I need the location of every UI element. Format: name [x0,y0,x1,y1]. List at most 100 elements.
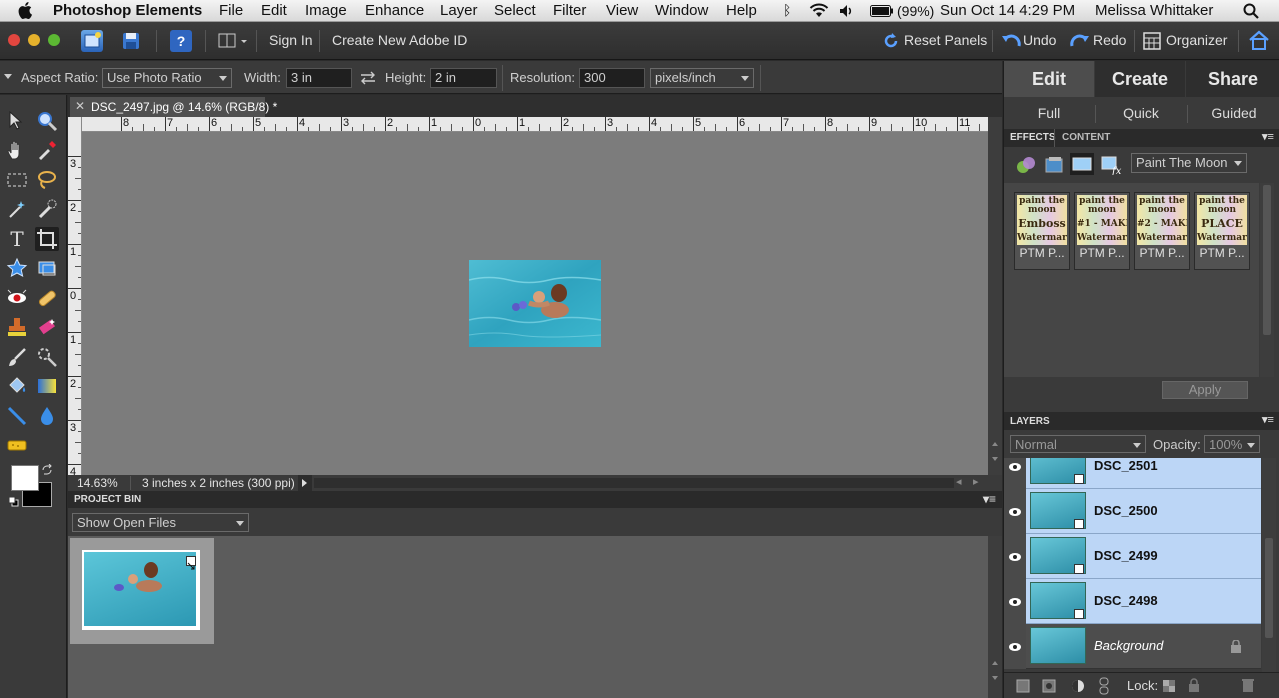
menu-enhance[interactable]: Enhance [365,2,424,19]
red-eye-removal-tool-icon[interactable] [5,286,29,310]
spotlight-search-icon[interactable] [1243,3,1259,19]
filters-icon[interactable] [1016,155,1036,175]
spot-healing-brush-tool-icon[interactable] [35,286,59,310]
swap-colors-icon[interactable] [41,464,53,476]
project-bin-scrollbar[interactable] [988,536,1002,698]
redo-icon[interactable] [1069,32,1091,50]
smart-brush-tool-icon[interactable] [35,345,59,369]
scroll-left-icon[interactable]: ◂ [956,475,962,488]
lock-transparency-icon[interactable] [1162,679,1176,693]
menu-view[interactable]: View [606,2,638,19]
menu-window[interactable]: Window [655,2,708,19]
layer-row[interactable]: DSC_2501 [1004,458,1261,489]
layers-scrollbar[interactable] [1262,458,1276,672]
effects-scrollbar[interactable] [1260,183,1274,377]
effects-tab[interactable]: EFFECTS [1010,132,1056,143]
menu-image[interactable]: Image [305,2,347,19]
default-colors-icon[interactable] [9,497,19,507]
visibility-eye-icon[interactable] [1004,489,1026,534]
effects-category-select[interactable]: Paint The Moon [1131,153,1247,173]
fx-effects-icon[interactable]: fx [1100,155,1122,175]
layer-row[interactable]: DSC_2500 [1004,489,1261,534]
layer-row[interactable]: DSC_2498 [1004,579,1261,624]
quick-selection-tool-icon[interactable] [35,197,59,221]
apply-effect-button[interactable]: Apply [1162,381,1248,399]
menu-filter[interactable]: Filter [553,2,586,19]
help-icon[interactable]: ? [170,30,192,52]
lasso-tool-icon[interactable] [35,168,59,192]
eyedropper-tool-icon[interactable] [35,138,59,162]
photo-effects-icon[interactable] [1070,153,1094,175]
cookie-cutter-tool-icon[interactable] [5,256,29,280]
adjustment-layer-icon[interactable] [1070,678,1086,694]
layers-panel-menu-icon[interactable]: ▾≡ [1262,413,1274,426]
document-tab[interactable]: ✕ DSC_2497.jpg @ 14.6% (RGB/8) * [70,97,277,117]
line-shape-tool-icon[interactable] [5,404,29,428]
organizer-button[interactable]: Organizer [1166,32,1227,48]
resolution-input[interactable]: 300 [579,68,645,88]
home-icon[interactable] [1248,30,1270,50]
clock[interactable]: Sun Oct 14 4:29 PM [940,2,1075,19]
battery-icon[interactable] [870,5,894,17]
effects-panel-menu-icon[interactable]: ▾≡ [1262,130,1274,143]
crop-tool-icon[interactable] [35,227,59,251]
hand-tool-icon[interactable] [5,138,29,162]
canvas-vertical-scrollbar[interactable] [988,117,1002,475]
tool-preset-dropdown-icon[interactable] [4,74,12,79]
layer-row-background[interactable]: Background [1004,624,1261,669]
move-tool-icon[interactable] [5,109,29,133]
mode-tab-create[interactable]: Create [1095,61,1185,97]
scroll-right-icon[interactable]: ▸ [973,475,979,488]
effect-thumbnail[interactable]: paint the moon #1 - MAKE Watermark PTM P… [1074,192,1130,270]
resolution-unit-select[interactable]: pixels/inch [650,68,754,88]
bluetooth-icon[interactable]: ᛒ [783,2,791,18]
zoom-level[interactable]: 14.63% [77,476,118,490]
undo-icon[interactable] [1000,32,1022,50]
apple-menu-icon[interactable] [18,1,34,19]
undo-button[interactable]: Undo [1023,32,1056,48]
show-open-files-select[interactable]: Show Open Files [72,513,249,532]
lock-all-icon[interactable] [1188,678,1200,693]
mode-tab-share[interactable]: Share [1186,61,1279,97]
new-file-icon[interactable] [81,30,103,52]
canvas-horizontal-scrollbar[interactable] [314,478,954,488]
effect-thumbnail[interactable]: paint the moon #2 - MAKE Watermark PTM P… [1134,192,1190,270]
organizer-icon[interactable] [1143,32,1161,50]
reset-panels-button[interactable]: Reset Panels [904,32,987,48]
wifi-icon[interactable] [809,3,829,18]
project-bin-menu-icon[interactable]: ▾≡ [983,492,996,506]
magic-wand-tool-icon[interactable] [5,197,29,221]
opacity-input[interactable]: 100% [1204,435,1260,453]
aspect-ratio-select[interactable]: Use Photo Ratio [102,68,232,88]
sponge-tool-icon[interactable] [5,433,29,457]
menu-file[interactable]: File [219,2,243,19]
straighten-tool-icon[interactable] [35,256,59,280]
blend-mode-select[interactable]: Normal [1010,435,1146,453]
layer-mask-icon[interactable] [1042,679,1056,693]
swap-dimensions-icon[interactable] [359,71,377,85]
subtab-quick[interactable]: Quick [1096,101,1186,125]
minimize-window-button[interactable] [28,34,40,46]
zoom-window-button[interactable] [48,34,60,46]
menu-layer[interactable]: Layer [440,2,478,19]
photo-swimming[interactable] [469,260,601,347]
rectangular-marquee-tool-icon[interactable] [5,168,29,192]
sign-in-link[interactable]: Sign In [269,32,313,48]
menu-edit[interactable]: Edit [261,2,287,19]
content-tab[interactable]: CONTENT [1062,132,1110,143]
visibility-eye-icon[interactable] [1004,624,1026,669]
menu-help[interactable]: Help [726,2,757,19]
visibility-eye-icon[interactable] [1004,579,1026,624]
blur-tool-icon[interactable] [35,404,59,428]
create-adobe-id-link[interactable]: Create New Adobe ID [332,32,467,48]
menu-select[interactable]: Select [494,2,536,19]
new-layer-icon[interactable] [1016,679,1030,693]
effect-thumbnail[interactable]: paint the moon PLACE Watermark PTM P... [1194,192,1250,270]
effect-thumbnail[interactable]: paint the moon Emboss Watermark PTM P... [1014,192,1070,270]
subtab-full[interactable]: Full [1004,101,1094,125]
height-input[interactable]: 2 in [430,68,497,88]
width-input[interactable]: 3 in [286,68,352,88]
layer-row[interactable]: DSC_2499 [1004,534,1261,579]
type-tool-icon[interactable]: T [5,227,29,251]
link-layers-icon[interactable] [1098,677,1110,695]
